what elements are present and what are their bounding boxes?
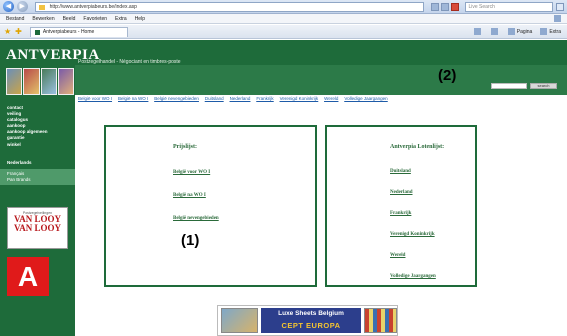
topnav-link-frankrijk[interactable]: Frankrijk [256,95,273,103]
search-input[interactable]: Live Search [464,1,554,12]
back-icon[interactable]: ◀ [3,1,14,12]
refresh-icon[interactable] [430,2,439,11]
annotation-1: (1) [181,232,200,249]
pricelist-link-na-wo1[interactable]: België na WO I [173,193,206,198]
go-icon[interactable] [440,2,449,11]
site-header: ANTVERPIA Postzegelhandel - Négociant en… [0,40,567,95]
banner-stamp-left [221,308,258,333]
url-text: http://www.antverpiabeurs.be/index.asp [49,3,137,10]
tab-bar: ★ ✚ Antverpiabeurs - Home Pagina Extra [0,25,567,39]
feeds-icon[interactable] [490,28,500,35]
topnav-link-belgie-voor-wo1[interactable]: België voor WO I [78,95,112,103]
site-search-button[interactable]: search [530,83,557,89]
topnav-link-volledige-jaargangen[interactable]: Volledige Jaargangen [344,95,387,103]
sidebar-item-winkel[interactable]: winkel [7,142,75,148]
lotlist-box: Antverpia Lotenlijst: Duitsland Nederlan… [325,125,477,287]
topnav-link-nederland[interactable]: Nederland [230,95,251,103]
lotlist-link-nederland[interactable]: Nederland [390,190,413,195]
topnav-link-belgie-nevengebieden[interactable]: België nevengebieden [154,95,199,103]
sidebar-menu: contact veiling catalogus aankoop aankoo… [0,95,75,148]
topnav-link-duitsland[interactable]: Duitsland [205,95,224,103]
page-icon [38,4,45,10]
lotlist-link-verenigd-koninkrijk[interactable]: Verenigd Koninkrijk [390,232,435,237]
pricelist-box: Prijslijst: België voor WO I België na W… [104,125,317,287]
vanlooy-title-2: VAN LOOY [13,223,62,233]
menu-item-edit[interactable]: Bewerken [32,16,54,22]
a-logo[interactable]: A [7,257,49,296]
sidebar-lang-panel: Français Pan Brands [0,168,75,185]
stop-icon[interactable] [450,2,459,11]
tools-menu[interactable]: Extra [540,28,561,35]
banner-line-2: CEPT EUROPA [281,321,341,330]
menu-item-view[interactable]: Beeld [63,16,76,22]
topnav-link-belgie-na-wo1[interactable]: België na WO I [118,95,148,103]
menu-item-file[interactable]: Bestand [6,16,24,22]
site-favicon-icon [34,29,40,35]
topnav-link-wereld[interactable]: Wereld [324,95,338,103]
lotlist-link-volledige-jaargangen[interactable]: Volledige Jaargangen [390,274,436,279]
address-actions [430,2,459,11]
menu-item-help[interactable]: Help [135,16,145,22]
lotlist-link-duitsland[interactable]: Duitsland [390,169,411,174]
pricelist-link-voor-wo1[interactable]: België voor WO I [173,170,210,175]
lotlist-title: Antverpia Lotenlijst: [390,144,445,150]
stamp-collage [6,68,74,95]
banner-text-block: Luxe Sheets Belgium CEPT EUROPA [261,308,361,333]
sidebar-lang-pan-brands[interactable]: Pan Brands [7,177,75,183]
page-menu[interactable]: Pagina [507,28,532,35]
forward-icon[interactable]: ▶ [16,1,28,12]
top-navigation: België voor WO I België na WO I België n… [75,95,567,103]
search-icon[interactable] [556,2,565,11]
site-search-input[interactable] [491,83,527,89]
menu-item-tools[interactable]: Extra [115,16,127,22]
tab-title: Antverpiabeurs - Home [42,28,95,35]
banner-stamp-right [364,308,397,333]
topnav-link-verenigd-koninkrijk[interactable]: Verenigd Koninkrijk [280,95,319,103]
lotlist-link-wereld[interactable]: Wereld [390,253,405,258]
annotation-2: (2) [438,67,457,84]
luxe-sheets-banner[interactable]: Luxe Sheets Belgium CEPT EUROPA [217,305,398,336]
vanlooy-ad[interactable]: Postzegelveilingen VAN LOOY VAN LOOY [7,207,68,249]
sidebar-lang-nederlands[interactable]: Nederlands [0,160,75,166]
banner-line-1: Luxe Sheets Belgium [278,310,344,317]
menu-item-favorites[interactable]: Favorieten [83,16,107,22]
url-field[interactable]: http://www.antverpiabeurs.be/index.asp [34,1,424,12]
tab-home[interactable]: Antverpiabeurs - Home [29,26,128,37]
add-favorite-icon[interactable]: ✚ [15,27,22,36]
header-band [75,65,567,95]
favorites-star-icon[interactable]: ★ [4,27,11,36]
pricelist-link-nevengebieden[interactable]: België nevengebieden [173,216,219,221]
web-page: ANTVERPIA Postzegelhandel - Négociant en… [0,40,567,336]
pricelist-title: Prijslijst: [173,144,197,150]
menu-bar: Bestand Bewerken Beeld Favorieten Extra … [0,14,567,24]
lotlist-link-frankrijk[interactable]: Frankrijk [390,211,411,216]
command-bar: Pagina Extra [473,28,561,35]
home-icon[interactable] [473,28,483,35]
address-bar: ◀ ▶ http://www.antverpiabeurs.be/index.a… [0,0,567,14]
tools-icon[interactable] [554,15,561,22]
